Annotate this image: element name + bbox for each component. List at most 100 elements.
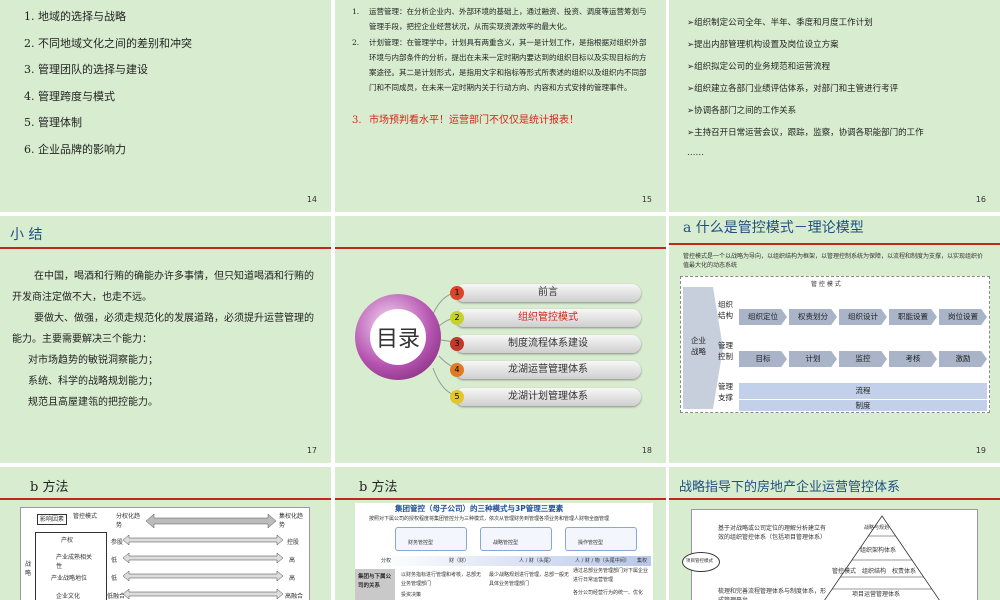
list-item: 企业品牌的影响力	[38, 137, 192, 164]
highlight-text: 市场预判看水平！运营部门不仅仅是统计报表！	[369, 115, 579, 126]
page-number: 15	[641, 195, 652, 204]
toc-item-1[interactable]: 1 前言	[450, 284, 641, 302]
summary-paragraph-2: 要做大、做强，必须走规范化的发展道路，必须提升运营管理的能力。主要需要解决三个能…	[12, 313, 314, 345]
toc-number: 4	[450, 363, 464, 377]
factor-low-value: 参股	[111, 539, 124, 546]
relation-label: 集团与下属公司的关系	[358, 574, 392, 589]
plan-management-paragraph: 计划管理：在管理学中，计划具有两重含义，其一是计划工作，是指根据对组织外部环境与…	[369, 38, 647, 92]
bar-segment: 财（财）	[449, 558, 470, 564]
control-step: 激励	[939, 351, 987, 367]
structure-step: 职能设置	[889, 309, 937, 325]
toc-number: 2	[450, 311, 464, 325]
page-number: 16	[975, 195, 986, 204]
pyramid-level: 权责体系	[892, 568, 917, 575]
page-number: 14	[306, 195, 317, 204]
mode-label: 操作管控型	[578, 540, 604, 546]
mode-card: 战略管控型	[480, 527, 552, 551]
slide-14[interactable]: 地域的选择与战略 不同地域文化之间的差别和冲突 管理团队的选择与建设 管理跨度与…	[0, 0, 331, 212]
title-divider	[0, 247, 331, 249]
enterprise-strategy-label: 企业战略	[691, 336, 706, 356]
bullet-item: ➢协调各部门之间的工作关系	[687, 106, 797, 116]
factor-row: 产业战略地位	[51, 575, 88, 582]
page-number: 18	[641, 446, 652, 455]
bar-left-label: 分权	[381, 558, 392, 564]
centralization-bar: 分权 财（财） 人 / 财（头尾） 人 / 财 / 物（头尾中间） 集权	[379, 556, 651, 566]
toc-item-3[interactable]: 3 制度流程体系建设	[450, 335, 641, 353]
slide-14-list: 地域的选择与战略 不同地域文化之间的差别和冲突 管理团队的选择与建设 管理跨度与…	[10, 4, 192, 163]
control-step: 考核	[889, 351, 937, 367]
pyramid-level: 组织结构	[862, 568, 887, 575]
diagram-heading: 集团管控（母子公司）的三种模式与3P管理三要素	[395, 504, 564, 513]
summary-paragraph-1: 在中国，喝酒和行贿的确能办许多事情，但只知道喝酒和行贿的开发商注定做不大，也走不…	[12, 271, 314, 303]
control-model-diagram: 管 控 模 式 企业战略 组织结构 管理控制 管理支撑 组织定位 权责划分 组织…	[680, 276, 990, 413]
row-label: 管理支撑	[718, 382, 733, 402]
factor-arrows	[123, 535, 283, 600]
mode-note: 通过总部业务管理部门对下属企业进行日常运营管理	[573, 568, 649, 583]
bullet-item: ➢组织制定公司全年、半年、季度和月度工作计划	[687, 18, 873, 28]
slide-title: b 方法	[359, 480, 398, 495]
mode-label: 财务管控型	[408, 540, 434, 546]
group-control-diagram: 集团管控（母子公司）的三种模式与3P管理三要素 按照对下属公司的授权程度将集团管…	[355, 503, 653, 600]
row-label: 组织结构	[718, 300, 733, 320]
title-divider	[335, 498, 666, 500]
slide-17[interactable]: 小 结 在中国，喝酒和行贿的确能办许多事情，但只知道喝酒和行贿的开发商注定做不大…	[0, 216, 331, 463]
ability-item: 规范且高屋建瓴的把控能力。	[28, 397, 158, 408]
structure-step: 组织定位	[739, 309, 787, 325]
ability-item: 系统、科学的战略规划能力；	[28, 376, 158, 387]
slide-title: b 方法	[30, 480, 69, 495]
control-step: 监控	[839, 351, 887, 367]
toc-label: 组织管控模式	[518, 312, 578, 323]
slide-15[interactable]: 1. 运营管理：在分析企业内、外部环境的基础上，通过融资、投资、调度等运营筹划与…	[335, 0, 666, 212]
slide-16[interactable]: ➢组织制定公司全年、半年、季度和月度工作计划 ➢提出内部管理机构设置及岗位设立方…	[669, 0, 1000, 212]
row-label: 管理控制	[718, 341, 733, 361]
factor-header-right: 管控模式	[73, 513, 98, 520]
toc-label: 前言	[538, 287, 558, 298]
slide-18[interactable]: 目录 1 前言 2 组织管控模式 3 制度流程体系建设 4 龙湖运营管理体系 5…	[335, 216, 666, 463]
ellipsis: ……	[687, 148, 704, 158]
factor-header-left: 影响因素	[37, 514, 68, 525]
control-factors-diagram: 影响因素 管控模式 分权化趋势 集权化趋势 战略 产权 产业成熟相关性 产业战略…	[20, 507, 310, 600]
toc-item-4[interactable]: 4 龙湖运营管理体系	[450, 361, 641, 379]
factor-high-value: 高	[289, 575, 296, 582]
definition-text: 管控模式是一个以战略为导向，以组织结构为框架，以管理控制系统为保障，以流程和制度…	[683, 253, 984, 269]
centralization-label: 集权化趋势	[279, 513, 304, 529]
mode-card: 财务管控型	[395, 527, 467, 551]
list-item: 不同地域文化之间的差别和冲突	[38, 31, 192, 58]
toc-number: 1	[450, 286, 464, 300]
bar-right-label: 集权	[637, 558, 648, 564]
support-bar-process: 流程	[739, 383, 987, 399]
mode-note: 以财务指标进行管理和考核，总部无业务管理部门	[401, 572, 482, 587]
toc-item-5[interactable]: 5 龙湖计划管理体系	[450, 388, 641, 406]
bullet-item: ➢组织拟定公司的业务规范和运营流程	[687, 62, 831, 72]
control-step: 目标	[739, 351, 787, 367]
factor-low-value: 低	[111, 575, 118, 582]
slide-19[interactable]: a 什么是管控模式－理论模型 管控模式是一个以战略为导向，以组织结构为框架，以管…	[669, 216, 1000, 463]
title-divider	[0, 498, 331, 500]
support-bar-system: 制度	[739, 400, 987, 411]
slide-title: 战略指导下的房地产企业运营管控体系	[679, 480, 901, 495]
structure-step: 权责划分	[789, 309, 837, 325]
list-item: 管理体制	[38, 110, 192, 137]
slide-22[interactable]: 战略指导下的房地产企业运营管控体系 基于对战略或公司定位的理解分析建立有效的组织…	[669, 467, 1000, 600]
item-number: 2.	[352, 38, 360, 47]
toc-item-2[interactable]: 2 组织管控模式	[450, 309, 641, 327]
slide-21[interactable]: b 方法 集团管控（母子公司）的三种模式与3P管理三要素 按照对下属公司的授权程…	[335, 467, 666, 600]
enterprise-strategy-block: 企业战略	[683, 287, 723, 409]
diagram-text: 基于对战略或公司定位的理解分析建立有效的组织管控体系（包括项目管理体系）	[718, 525, 827, 541]
pyramid-level: 组织架构体系	[860, 547, 897, 554]
bar-segment: 人 / 财（头尾）	[519, 558, 554, 564]
control-step: 计划	[789, 351, 837, 367]
list-item: 管理跨度与模式	[38, 84, 192, 111]
toc-number: 5	[450, 390, 464, 404]
bar-segment: 人 / 财 / 物（头尾中间）	[575, 558, 630, 564]
factor-high-value: 高	[289, 557, 296, 564]
mode-label: 战略管控型	[493, 540, 519, 546]
diagram-subtitle: 按照对下属公司的授权程度将集团管控分为三种模式，依次从管理财务到管理各项业务和管…	[369, 516, 610, 522]
item-number: 1.	[352, 7, 360, 16]
diagram-text: 梳理和完善流程管理体系与制度体系，形成管理平台	[718, 588, 827, 600]
slide-20[interactable]: b 方法 影响因素 管控模式 分权化趋势 集权化趋势 战略 产权 产业成熟相关性…	[0, 467, 331, 600]
toc-number: 3	[450, 337, 464, 351]
factor-high-value: 控股	[287, 539, 300, 546]
toc-circle: 目录	[355, 294, 441, 380]
mode-card: 操作管控型	[565, 527, 637, 551]
